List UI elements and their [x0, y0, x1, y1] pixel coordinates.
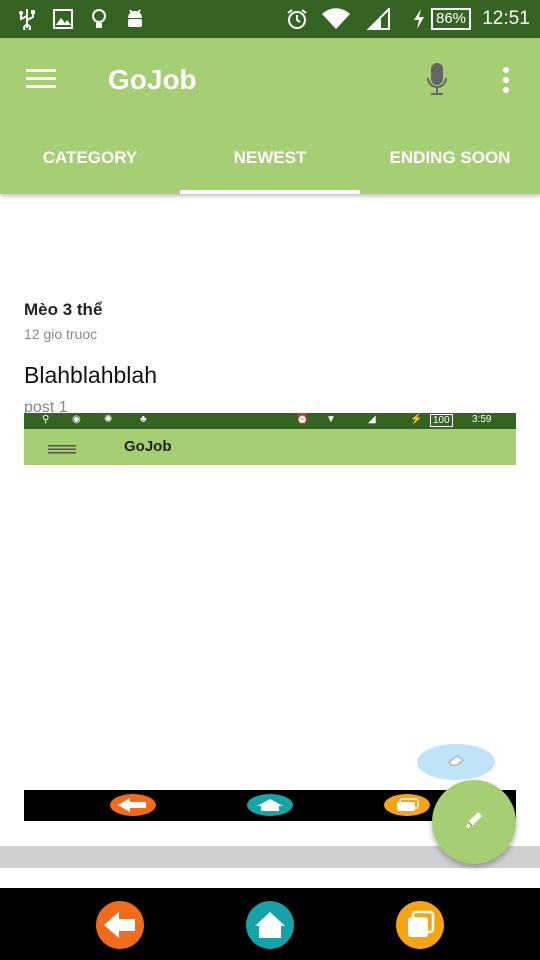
post-image-clock-icon: ◉	[72, 414, 81, 425]
clock: 12:51	[482, 8, 530, 29]
post-image-charging-icon: ⚡	[410, 414, 423, 425]
menu-icon[interactable]	[26, 66, 56, 95]
battery-level: 86%	[430, 8, 472, 30]
pencil-icon	[464, 810, 484, 835]
home-icon[interactable]	[245, 900, 295, 955]
post-image-back-icon	[110, 794, 156, 821]
alarm-icon	[284, 0, 310, 38]
post-image-title: GoJob	[124, 438, 172, 455]
tab-newest[interactable]: NEWEST	[180, 148, 360, 190]
post-image-status-bar: ⚲ ◉ ✺ ♣ ⏰ ▼ ◢ ⚡ 100 3:59	[24, 413, 516, 429]
back-icon[interactable]	[95, 900, 145, 955]
post-image-home-icon	[247, 794, 293, 821]
signal-icon	[366, 0, 392, 38]
image-icon	[52, 0, 74, 38]
status-bar: 86% 12:51	[0, 0, 540, 38]
more-vert-icon[interactable]	[500, 66, 512, 99]
post-image-alarm-icon: ⏰	[296, 414, 309, 425]
eraser-icon	[447, 753, 465, 771]
post-image-android-icon: ♣	[140, 414, 147, 425]
bulb-icon	[88, 0, 110, 38]
post-title: Blahblahblah	[24, 362, 158, 388]
android-icon	[124, 0, 146, 38]
nav-bar	[0, 888, 540, 960]
battery-icon: 86%	[430, 0, 472, 38]
recents-icon[interactable]	[395, 900, 445, 955]
wifi-icon	[320, 0, 352, 38]
compose-fab[interactable]	[432, 780, 516, 864]
app-title: GoJob	[108, 64, 197, 95]
tab-category[interactable]: CATEGORY	[0, 148, 180, 190]
usb-icon	[16, 0, 38, 38]
post-image-recents-icon	[384, 794, 430, 821]
post-author: Mèo 3 thể	[24, 300, 103, 319]
post-image-app-bar: GoJob	[24, 429, 516, 465]
post-image-menu-icon	[48, 441, 76, 459]
post-image-signal-icon: ◢	[368, 414, 376, 425]
post-card[interactable]: Mèo 3 thể 12 gio truoc Blahblahblah post…	[24, 300, 516, 417]
post-image-time: 3:59	[472, 414, 492, 425]
post-image-sun-icon: ✺	[104, 414, 113, 425]
charging-icon	[410, 0, 428, 38]
app-bar: GoJob CATEGORY NEWEST ENDING SOON	[0, 38, 540, 194]
mic-icon[interactable]	[426, 62, 448, 103]
post-time: 12 gio truoc	[24, 326, 98, 342]
tab-indicator	[180, 190, 360, 194]
post-image-battery: 100	[430, 414, 453, 427]
mini-fab[interactable]	[417, 744, 495, 780]
post-image-usb-icon: ⚲	[42, 414, 50, 425]
tab-ending-soon[interactable]: ENDING SOON	[360, 148, 540, 190]
post-image-wifi-icon: ▼	[326, 414, 336, 425]
post-image: ⚲ ◉ ✺ ♣ ⏰ ▼ ◢ ⚡ 100 3:59 GoJob	[24, 413, 516, 465]
